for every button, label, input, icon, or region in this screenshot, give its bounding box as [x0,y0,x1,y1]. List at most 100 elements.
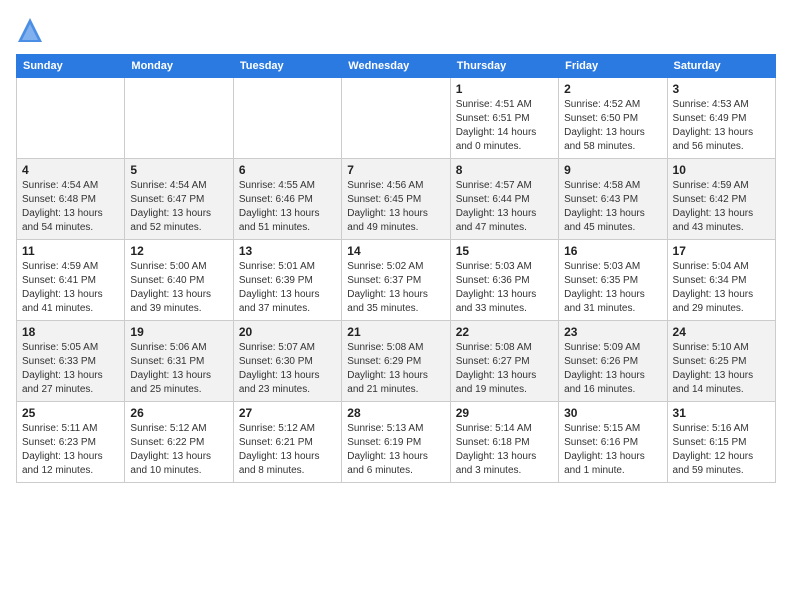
day-info: Sunrise: 5:04 AM Sunset: 6:34 PM Dayligh… [673,260,770,316]
day-info: Sunrise: 5:02 AM Sunset: 6:37 PM Dayligh… [347,260,444,316]
day-number: 23 [564,325,661,339]
weekday-header-monday: Monday [125,55,233,78]
calendar-cell: 28Sunrise: 5:13 AM Sunset: 6:19 PM Dayli… [342,402,450,483]
calendar-cell: 25 Sunrise: 5:11 AM Sunset: 6:23 PM Dayli… [17,402,125,483]
day-number: 20 [239,325,336,339]
calendar-cell: 19 Sunrise: 5:06 AM Sunset: 6:31 PM Dayli… [125,321,233,402]
day-number: 30 [564,406,661,420]
day-info: Sunrise: 4:56 AM Sunset: 6:45 PM Dayligh… [347,179,444,235]
day-number: 7 [347,163,444,177]
calendar-week-4: 18 Sunrise: 5:05 AM Sunset: 6:33 PM Dayli… [17,321,776,402]
calendar-cell: 15 Sunrise: 5:03 AM Sunset: 6:36 PM Dayli… [450,240,558,321]
calendar-cell: 27Sunrise: 5:12 AM Sunset: 6:21 PM Dayli… [233,402,341,483]
day-info: Sunrise: 4:59 AM Sunset: 6:42 PM Dayligh… [673,179,770,235]
day-info: Sunrise: 4:53 AM Sunset: 6:49 PM Dayligh… [673,98,770,154]
calendar-cell [342,78,450,159]
day-info: Sunrise: 5:10 AM Sunset: 6:25 PM Dayligh… [673,341,770,397]
day-info: Sunrise: 5:12 AM Sunset: 6:22 PM Dayligh… [130,422,227,478]
weekday-header-friday: Friday [559,55,667,78]
calendar-cell: 10 Sunrise: 4:59 AM Sunset: 6:42 PM Dayli… [667,159,775,240]
calendar-cell [17,78,125,159]
calendar-cell: 24 Sunrise: 5:10 AM Sunset: 6:25 PM Dayli… [667,321,775,402]
day-number: 15 [456,244,553,258]
day-number: 5 [130,163,227,177]
day-number: 14 [347,244,444,258]
day-number: 8 [456,163,553,177]
day-info: Sunrise: 5:03 AM Sunset: 6:36 PM Dayligh… [456,260,553,316]
calendar-cell: 22 Sunrise: 5:08 AM Sunset: 6:27 PM Dayli… [450,321,558,402]
calendar-cell: 2 Sunrise: 4:52 AM Sunset: 6:50 PM Daylig… [559,78,667,159]
calendar-week-3: 11Sunrise: 4:59 AM Sunset: 6:41 PM Dayli… [17,240,776,321]
day-number: 4 [22,163,119,177]
day-info: Sunrise: 5:11 AM Sunset: 6:23 PM Dayligh… [22,422,119,478]
weekday-header-saturday: Saturday [667,55,775,78]
day-number: 18 [22,325,119,339]
day-number: 3 [673,82,770,96]
calendar-cell: 16Sunrise: 5:03 AM Sunset: 6:35 PM Dayli… [559,240,667,321]
day-number: 13 [239,244,336,258]
day-info: Sunrise: 4:54 AM Sunset: 6:48 PM Dayligh… [22,179,119,235]
day-number: 21 [347,325,444,339]
day-info: Sunrise: 5:03 AM Sunset: 6:35 PM Dayligh… [564,260,661,316]
day-info: Sunrise: 4:55 AM Sunset: 6:46 PM Dayligh… [239,179,336,235]
day-info: Sunrise: 5:07 AM Sunset: 6:30 PM Dayligh… [239,341,336,397]
day-number: 11 [22,244,119,258]
day-number: 31 [673,406,770,420]
calendar-cell [233,78,341,159]
day-info: Sunrise: 5:05 AM Sunset: 6:33 PM Dayligh… [22,341,119,397]
day-info: Sunrise: 5:00 AM Sunset: 6:40 PM Dayligh… [130,260,227,316]
calendar-cell: 30 Sunrise: 5:15 AM Sunset: 6:16 PM Dayli… [559,402,667,483]
day-number: 10 [673,163,770,177]
day-info: Sunrise: 5:09 AM Sunset: 6:26 PM Dayligh… [564,341,661,397]
day-info: Sunrise: 5:13 AM Sunset: 6:19 PM Dayligh… [347,422,444,478]
calendar-cell: 4 Sunrise: 4:54 AM Sunset: 6:48 PM Daylig… [17,159,125,240]
day-info: Sunrise: 5:06 AM Sunset: 6:31 PM Dayligh… [130,341,227,397]
day-info: Sunrise: 5:08 AM Sunset: 6:29 PM Dayligh… [347,341,444,397]
calendar-cell: 31 Sunrise: 5:16 AM Sunset: 6:15 PM Dayli… [667,402,775,483]
day-number: 22 [456,325,553,339]
logo-icon [16,16,44,44]
day-info: Sunrise: 5:16 AM Sunset: 6:15 PM Dayligh… [673,422,770,478]
page-header [16,16,776,44]
day-number: 19 [130,325,227,339]
day-info: Sunrise: 4:51 AM Sunset: 6:51 PM Dayligh… [456,98,553,154]
calendar-cell: 13 Sunrise: 5:01 AM Sunset: 6:39 PM Dayli… [233,240,341,321]
calendar-cell: 14 Sunrise: 5:02 AM Sunset: 6:37 PM Dayli… [342,240,450,321]
calendar-cell: 20 Sunrise: 5:07 AM Sunset: 6:30 PM Dayli… [233,321,341,402]
calendar-cell: 7 Sunrise: 4:56 AM Sunset: 6:45 PM Daylig… [342,159,450,240]
calendar-cell: 29 Sunrise: 5:14 AM Sunset: 6:18 PM Dayli… [450,402,558,483]
calendar-cell: 26 Sunrise: 5:12 AM Sunset: 6:22 PM Dayli… [125,402,233,483]
day-number: 24 [673,325,770,339]
day-number: 29 [456,406,553,420]
calendar-header: SundayMondayTuesdayWednesdayThursdayFrid… [17,55,776,78]
calendar-cell: 1 Sunrise: 4:51 AM Sunset: 6:51 PM Daylig… [450,78,558,159]
day-number: 12 [130,244,227,258]
day-info: Sunrise: 4:52 AM Sunset: 6:50 PM Dayligh… [564,98,661,154]
day-info: Sunrise: 5:08 AM Sunset: 6:27 PM Dayligh… [456,341,553,397]
day-number: 6 [239,163,336,177]
calendar-cell: 9 Sunrise: 4:58 AM Sunset: 6:43 PM Daylig… [559,159,667,240]
day-info: Sunrise: 5:15 AM Sunset: 6:16 PM Dayligh… [564,422,661,478]
day-number: 17 [673,244,770,258]
day-number: 1 [456,82,553,96]
weekday-header-wednesday: Wednesday [342,55,450,78]
day-info: Sunrise: 5:01 AM Sunset: 6:39 PM Dayligh… [239,260,336,316]
weekday-header-thursday: Thursday [450,55,558,78]
calendar-week-5: 25 Sunrise: 5:11 AM Sunset: 6:23 PM Dayli… [17,402,776,483]
calendar-cell [125,78,233,159]
calendar-cell: 11Sunrise: 4:59 AM Sunset: 6:41 PM Dayli… [17,240,125,321]
day-number: 9 [564,163,661,177]
calendar-week-1: 1 Sunrise: 4:51 AM Sunset: 6:51 PM Daylig… [17,78,776,159]
day-number: 25 [22,406,119,420]
calendar-cell: 5 Sunrise: 4:54 AM Sunset: 6:47 PM Daylig… [125,159,233,240]
day-number: 2 [564,82,661,96]
day-info: Sunrise: 4:54 AM Sunset: 6:47 PM Dayligh… [130,179,227,235]
logo [16,16,48,44]
day-info: Sunrise: 4:58 AM Sunset: 6:43 PM Dayligh… [564,179,661,235]
day-number: 26 [130,406,227,420]
calendar-cell: 8Sunrise: 4:57 AM Sunset: 6:44 PM Daylig… [450,159,558,240]
day-info: Sunrise: 5:14 AM Sunset: 6:18 PM Dayligh… [456,422,553,478]
calendar-cell: 17 Sunrise: 5:04 AM Sunset: 6:34 PM Dayli… [667,240,775,321]
weekday-header-sunday: Sunday [17,55,125,78]
calendar-body: 1 Sunrise: 4:51 AM Sunset: 6:51 PM Daylig… [17,78,776,483]
